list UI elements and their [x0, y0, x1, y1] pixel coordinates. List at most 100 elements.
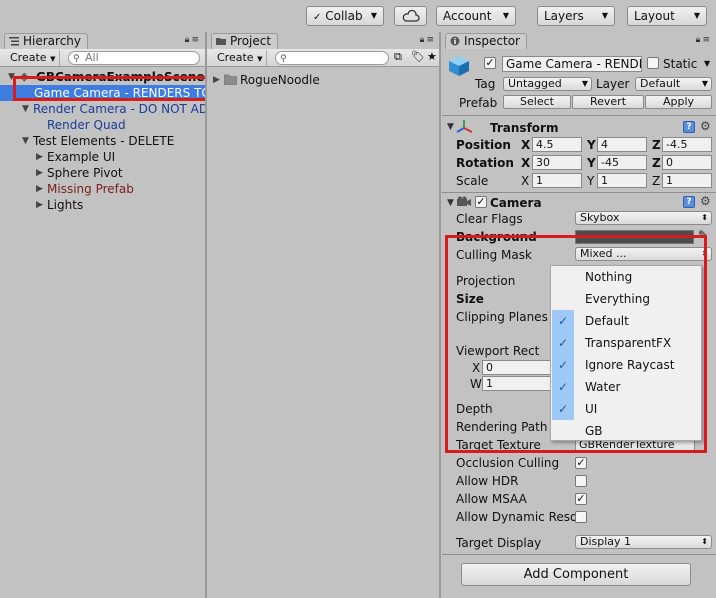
main-toolbar: ✓ Collab ▼ Account ▼ Layers ▼ Layout ▼ [0, 0, 716, 32]
cloud-icon [402, 9, 420, 22]
filter-by-type-icon[interactable]: ⧉ [394, 50, 402, 64]
hierarchy-subtoolbar: Create ▼ ⚲ All [0, 49, 205, 67]
hierarchy-search-input[interactable]: ⚲ All [68, 51, 200, 65]
foldout-open-icon: ▼ [22, 104, 29, 114]
clear-flags-dropdown[interactable]: Skybox ⬍ [575, 211, 712, 225]
check-icon: ✓ [313, 12, 322, 23]
transform-icon [456, 120, 473, 133]
account-label: Account [443, 9, 492, 23]
tab-project[interactable]: Project [211, 33, 279, 49]
allow-hdr-checkbox[interactable] [575, 475, 587, 487]
project-tree: ▶ RogueNoodle [207, 68, 440, 598]
item-label: Example UI [47, 150, 116, 164]
axis-y-label: Y [587, 174, 595, 188]
folder-icon [216, 38, 226, 45]
foldout-open-icon: ▼ [22, 136, 29, 146]
layers-button[interactable]: Layers ▼ [537, 6, 615, 26]
prefab-apply-button[interactable]: Apply [645, 95, 712, 109]
layer-dropdown[interactable]: Default ▼ [635, 77, 712, 91]
rotation-x-field[interactable]: 30 [532, 155, 582, 170]
folder-icon [224, 74, 237, 85]
clear-flags-label: Clear Flags [456, 212, 523, 226]
gear-icon[interactable]: ⚙ [700, 194, 711, 208]
list-icon [9, 37, 19, 46]
component-separator [442, 192, 716, 193]
hierarchy-item-example-ui[interactable]: ▶ Example UI [0, 149, 205, 165]
chevron-down-icon: ▼ [701, 79, 708, 88]
help-icon[interactable]: ? [683, 196, 695, 208]
axis-x-label: X [521, 174, 530, 188]
project-search-input[interactable]: ⚲ [275, 51, 389, 65]
allow-dynamic-resolution-checkbox[interactable] [575, 511, 587, 523]
position-label: Position [456, 138, 511, 152]
hierarchy-item-sphere-pivot[interactable]: ▶ Sphere Pivot [0, 165, 205, 181]
axis-z-label: Z [652, 174, 661, 188]
camera-icon [457, 196, 471, 206]
scale-z-field[interactable]: 1 [662, 173, 712, 188]
allow-msaa-checkbox[interactable]: ✓ [575, 493, 587, 505]
item-label: Lights [47, 198, 84, 212]
foldout-open-icon[interactable]: ▼ [447, 198, 454, 208]
tab-hierarchy[interactable]: Hierarchy [4, 33, 89, 49]
axis-z-label: Z [652, 138, 661, 152]
account-button[interactable]: Account ▼ [436, 6, 516, 26]
tab-inspector[interactable]: Inspector [445, 33, 527, 49]
scale-y-field[interactable]: 1 [597, 173, 647, 188]
create-dropdown[interactable]: Create ▼ [6, 50, 61, 66]
tab-label: Project [230, 34, 272, 48]
chevron-down-icon: ▼ [693, 11, 700, 20]
target-display-dropdown[interactable]: Display 1 ⬍ [575, 535, 712, 549]
tab-label: Hierarchy [23, 34, 82, 48]
scale-x-field[interactable]: 1 [532, 173, 582, 188]
favorite-icon[interactable]: ★ [427, 50, 437, 63]
camera-enabled-checkbox[interactable]: ✓ [475, 196, 487, 208]
chevron-down-icon: ▼ [581, 79, 588, 88]
add-component-button[interactable]: Add Component [461, 563, 691, 586]
camera-title: Camera [490, 196, 542, 210]
allow-hdr-label: Allow HDR [456, 474, 519, 488]
lock-icon[interactable]: 🔒︎≡ [696, 35, 712, 45]
static-checkbox[interactable] [647, 57, 659, 69]
layout-button[interactable]: Layout ▼ [627, 6, 707, 26]
position-y-field[interactable]: 4 [597, 137, 647, 152]
occlusion-culling-checkbox[interactable]: ✓ [575, 457, 587, 469]
gear-icon[interactable]: ⚙ [700, 119, 711, 133]
help-icon[interactable]: ? [683, 121, 695, 133]
project-folder-row[interactable]: ▶ RogueNoodle [207, 72, 440, 88]
position-z-field[interactable]: -4.5 [662, 137, 712, 152]
info-icon [450, 36, 460, 46]
cloud-button[interactable] [394, 6, 427, 26]
component-separator [442, 115, 716, 116]
foldout-closed-icon: ▶ [36, 152, 43, 162]
hierarchy-item-render-camera[interactable]: ▼ Render Camera - DO NOT ADD [0, 101, 205, 117]
search-placeholder: All [85, 51, 99, 64]
project-tabstrip: Project 🔒︎≡ [207, 32, 440, 49]
create-dropdown[interactable]: Create ▼ [213, 50, 268, 66]
rotation-y-field[interactable]: -45 [597, 155, 647, 170]
hierarchy-item-lights[interactable]: ▶ Lights [0, 197, 205, 213]
tag-dropdown[interactable]: Untagged ▼ [503, 77, 592, 91]
position-x-field[interactable]: 4.5 [532, 137, 582, 152]
project-subtoolbar: Create ▼ ⚲ ⧉ 🏷︎ ★ [207, 49, 440, 67]
prefab-revert-button[interactable]: Revert [572, 95, 644, 109]
hierarchy-item-test-elements[interactable]: ▼ Test Elements - DELETE [0, 133, 205, 149]
active-checkbox[interactable]: ✓ [484, 57, 496, 69]
lock-icon[interactable]: 🔒︎≡ [185, 35, 201, 45]
lock-icon[interactable]: 🔒︎≡ [420, 35, 436, 45]
foldout-open-icon[interactable]: ▼ [447, 122, 454, 132]
object-name-field[interactable]: Game Camera - RENDE [502, 56, 642, 72]
filter-by-label-icon[interactable]: 🏷︎ [411, 50, 425, 63]
item-label: Test Elements - DELETE [33, 134, 175, 148]
search-icon: ⚲ [73, 54, 80, 64]
chevron-down-icon: ▼ [257, 55, 263, 63]
collab-button[interactable]: ✓ Collab ▼ [306, 6, 384, 26]
prefab-select-button[interactable]: Select [503, 95, 571, 109]
hierarchy-item-missing-prefab[interactable]: ▶ Missing Prefab [0, 181, 205, 197]
chevron-down-icon[interactable]: ▼ [704, 59, 710, 68]
create-label: Create [217, 51, 254, 64]
chevron-down-icon: ▼ [502, 11, 509, 20]
hierarchy-item-render-quad[interactable]: Render Quad [0, 117, 205, 133]
rotation-z-field[interactable]: 0 [662, 155, 712, 170]
layer-label: Layer [596, 77, 630, 91]
static-label: Static [663, 57, 698, 71]
